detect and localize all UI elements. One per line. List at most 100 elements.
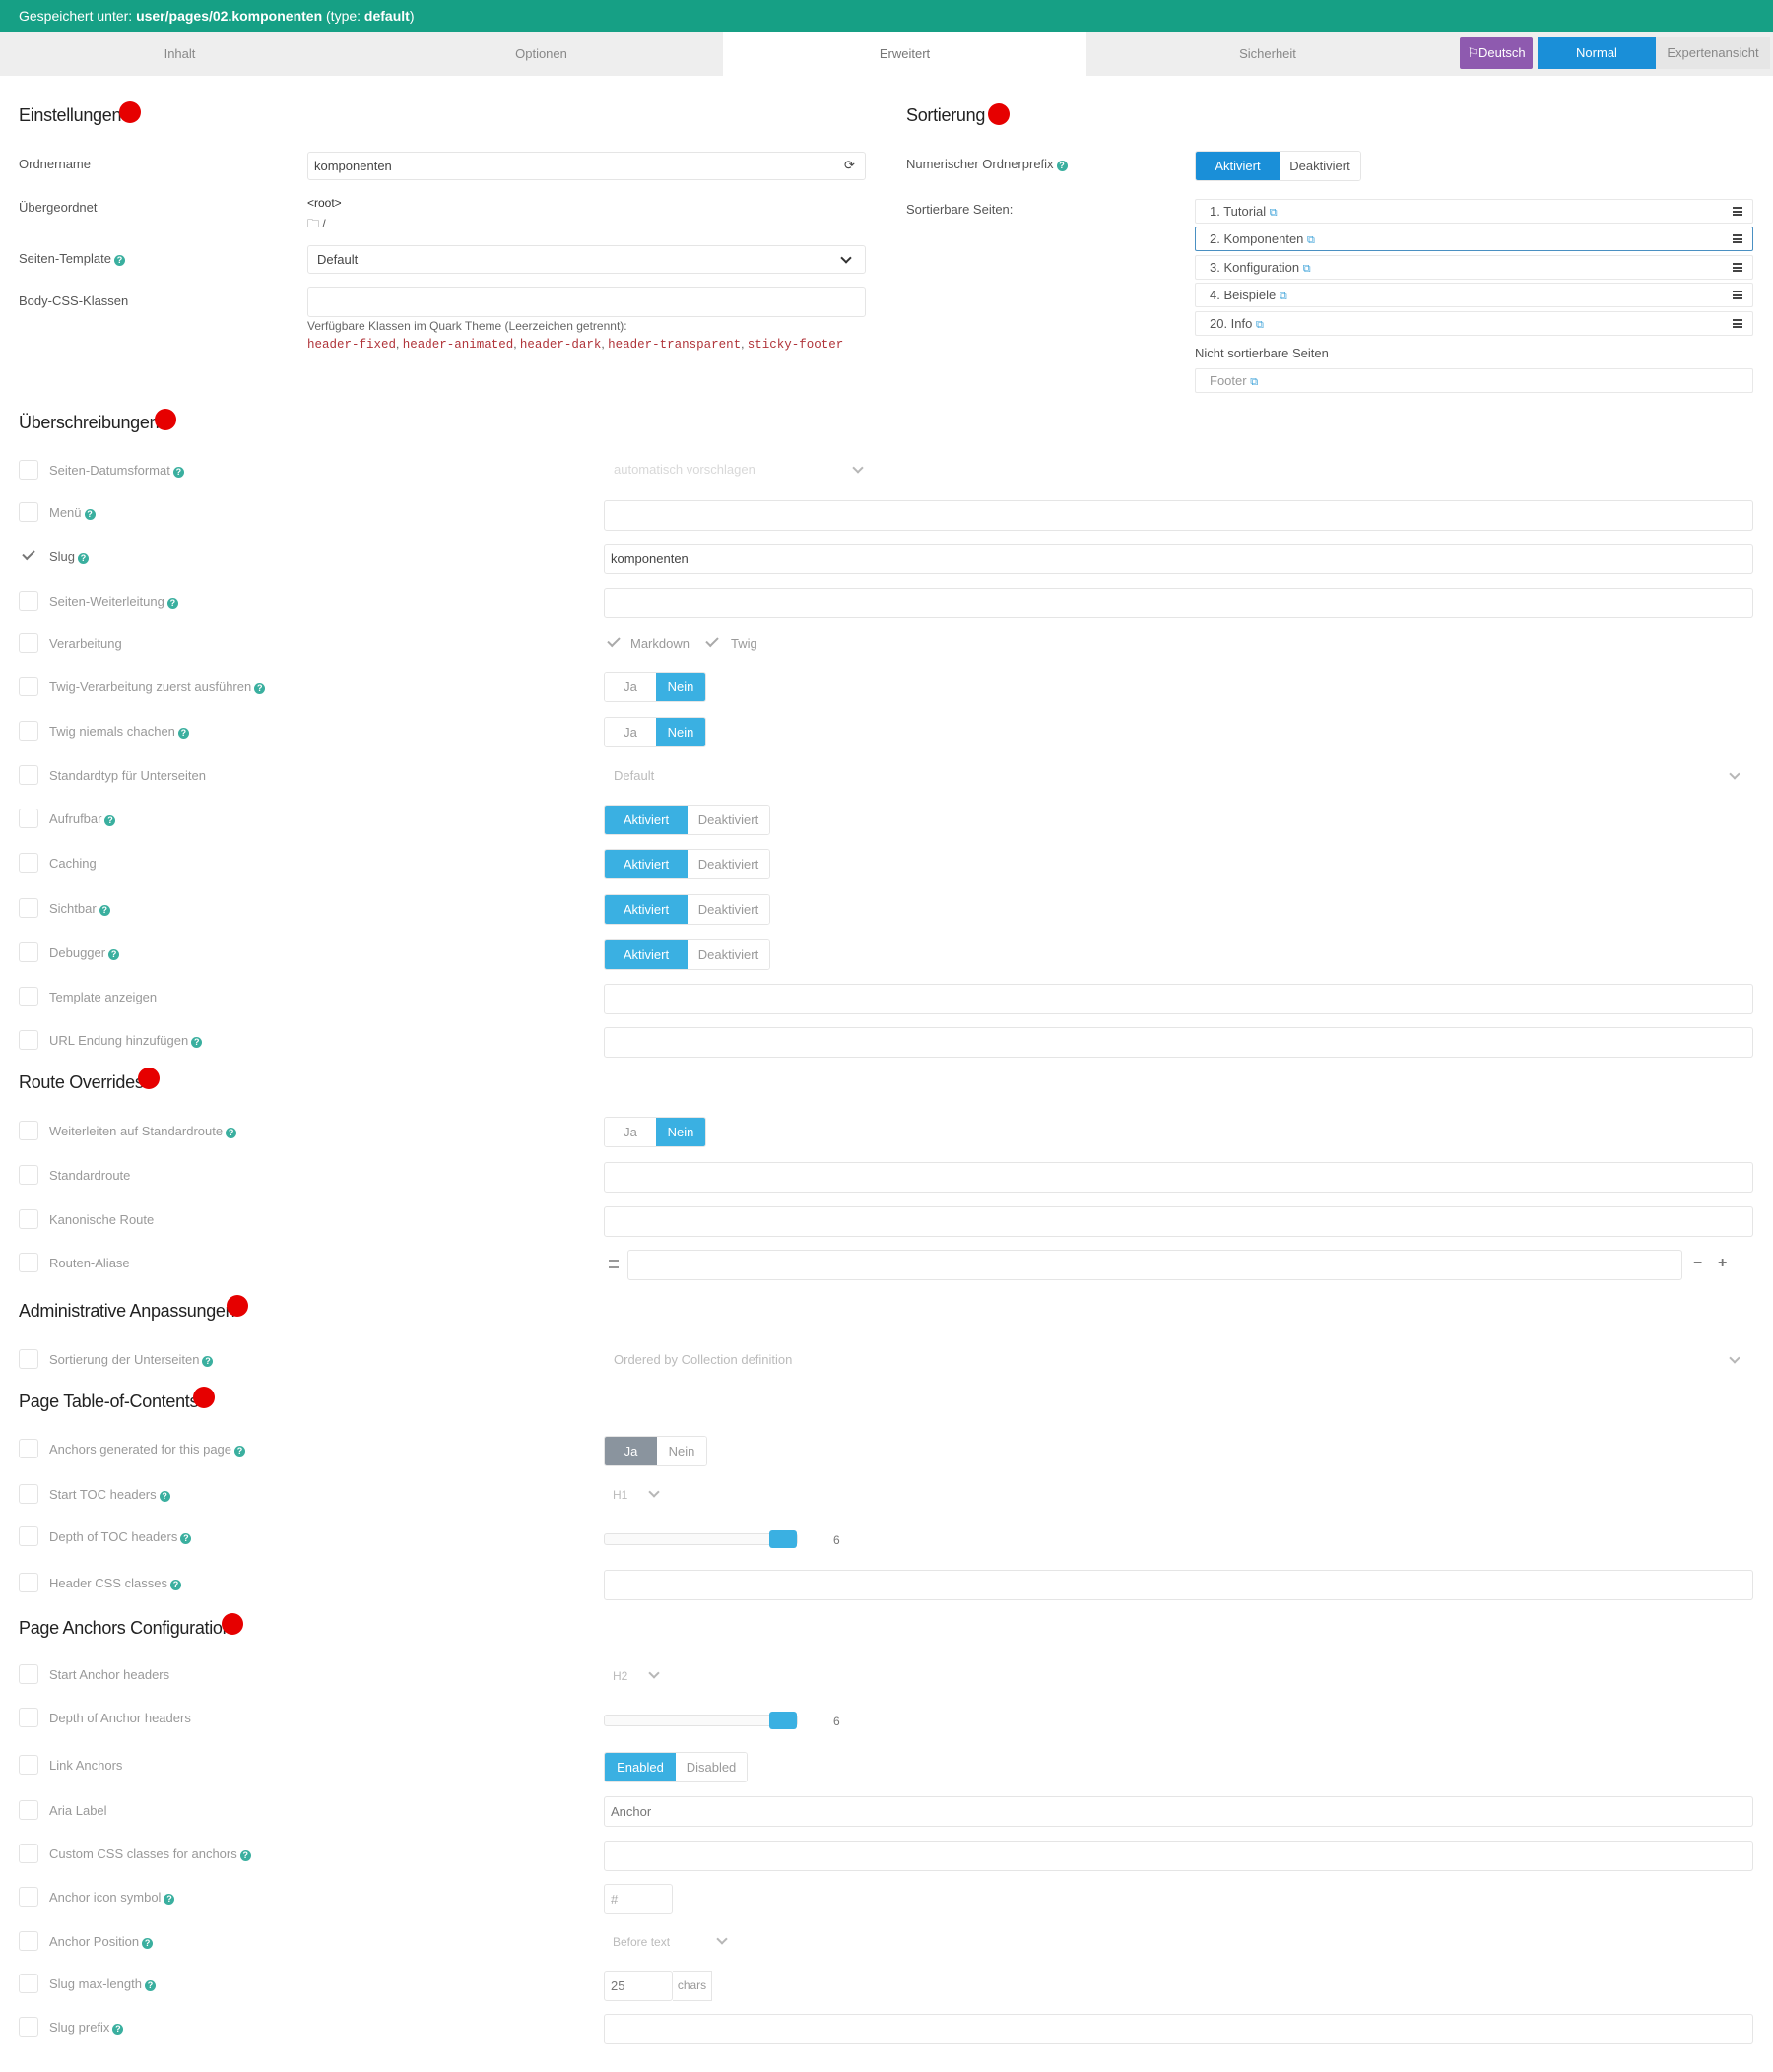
folder-input[interactable]: komponenten (307, 152, 866, 180)
body-css-input[interactable] (307, 287, 866, 317)
external-link-icon[interactable]: ⧉ (1303, 263, 1311, 275)
toc-start-select[interactable]: H1 (613, 1488, 627, 1502)
toc-depth-checkbox[interactable] (19, 1526, 38, 1546)
enabled-button[interactable]: Enabled (605, 1753, 676, 1781)
anchor-start-checkbox[interactable] (19, 1664, 38, 1684)
toc-anchors-checkbox[interactable] (19, 1439, 38, 1458)
no-button[interactable]: Nein (656, 718, 705, 746)
external-link-icon[interactable]: ⧉ (1256, 319, 1264, 331)
disabled-button[interactable]: Deaktiviert (688, 850, 769, 878)
child-type-select[interactable]: Default (604, 761, 1753, 790)
yes-button[interactable]: Ja (605, 1118, 656, 1146)
redirect-input[interactable] (604, 588, 1753, 618)
slug-max-checkbox[interactable] (19, 1974, 38, 1993)
enabled-button[interactable]: Aktiviert (605, 850, 688, 878)
slug-max-input[interactable]: 25 (604, 1971, 673, 2001)
no-button[interactable]: Nein (657, 1437, 706, 1465)
canonical-input[interactable] (604, 1206, 1753, 1237)
slider-handle[interactable] (769, 1530, 797, 1548)
minus-icon[interactable]: − (1693, 1255, 1702, 1272)
sortable-item[interactable]: 1. Tutorial ⧉ (1195, 199, 1753, 224)
toc-depth-slider[interactable] (604, 1530, 798, 1548)
redirect-checkbox[interactable] (19, 591, 38, 611)
enabled-button[interactable]: Aktiviert (605, 940, 688, 969)
date-format-checkbox[interactable] (19, 460, 38, 480)
date-format-select[interactable]: automatisch vorschlagen (604, 455, 880, 484)
tab-erweitert[interactable]: Erweitert (723, 32, 1086, 76)
twig-first-checkbox[interactable] (19, 677, 38, 696)
enabled-button[interactable]: Aktiviert (605, 895, 688, 924)
template-select[interactable]: Default (307, 245, 866, 274)
slug-input[interactable]: komponenten (604, 544, 1753, 574)
anchor-icon-input[interactable]: # (604, 1884, 673, 1914)
enabled-button[interactable]: Aktiviert (605, 806, 688, 834)
anchor-depth-slider[interactable] (604, 1712, 798, 1729)
anchor-start-select[interactable]: H2 (613, 1669, 627, 1683)
debugger-checkbox[interactable] (19, 942, 38, 962)
slug-checkbox[interactable] (19, 547, 38, 566)
child-order-select[interactable]: Ordered by Collection definition (604, 1345, 1753, 1374)
twig-checkbox[interactable] (702, 633, 722, 653)
slider-handle[interactable] (769, 1712, 797, 1729)
anchor-icon-checkbox[interactable] (19, 1887, 38, 1907)
caching-checkbox[interactable] (19, 853, 38, 873)
numeric-on-button[interactable]: Aktiviert (1196, 152, 1280, 180)
disabled-button[interactable]: Disabled (676, 1753, 747, 1781)
anchor-position-checkbox[interactable] (19, 1931, 38, 1951)
no-button[interactable]: Nein (656, 1118, 705, 1146)
toc-start-checkbox[interactable] (19, 1484, 38, 1504)
default-route-checkbox[interactable] (19, 1165, 38, 1185)
normal-mode-button[interactable]: Normal (1538, 37, 1656, 69)
plus-icon[interactable]: + (1718, 1255, 1727, 1272)
disabled-button[interactable]: Deaktiviert (688, 940, 769, 969)
yes-button[interactable]: Ja (605, 718, 656, 746)
redirect-default-checkbox[interactable] (19, 1121, 38, 1140)
menu-checkbox[interactable] (19, 502, 38, 522)
unsortable-item[interactable]: Footer ⧉ (1195, 368, 1753, 393)
template-show-checkbox[interactable] (19, 987, 38, 1006)
never-cache-checkbox[interactable] (19, 721, 38, 741)
sortable-item[interactable]: 20. Info ⧉ (1195, 311, 1753, 336)
default-route-input[interactable] (604, 1162, 1753, 1193)
drag-handle-icon[interactable] (1733, 291, 1742, 299)
visible-checkbox[interactable] (19, 898, 38, 918)
yes-button[interactable]: Ja (605, 673, 656, 701)
drag-handle-icon[interactable] (1733, 319, 1742, 328)
numeric-off-button[interactable]: Deaktiviert (1280, 152, 1360, 180)
external-link-icon[interactable]: ⧉ (1250, 376, 1258, 388)
menu-input[interactable] (604, 500, 1753, 531)
tab-optionen[interactable]: Optionen (360, 32, 723, 76)
language-button[interactable]: ⚐Deutsch (1460, 37, 1533, 69)
anchor-position-select[interactable]: Before text (613, 1935, 670, 1949)
no-button[interactable]: Nein (656, 673, 705, 701)
tab-sicherheit[interactable]: Sicherheit (1086, 32, 1449, 76)
external-link-icon[interactable]: ⧉ (1280, 291, 1287, 302)
process-checkbox[interactable] (19, 633, 38, 653)
expert-mode-button[interactable]: Expertenansicht (1656, 37, 1770, 69)
custom-css-checkbox[interactable] (19, 1844, 38, 1863)
child-type-checkbox[interactable] (19, 765, 38, 785)
aria-input[interactable]: Anchor (604, 1796, 1753, 1827)
canonical-checkbox[interactable] (19, 1209, 38, 1229)
sortable-item[interactable]: 3. Konfiguration ⧉ (1195, 255, 1753, 280)
slug-prefix-input[interactable] (604, 2014, 1753, 2044)
drag-handle-icon[interactable] (1733, 263, 1742, 272)
custom-css-input[interactable] (604, 1841, 1753, 1871)
toc-css-input[interactable] (604, 1570, 1753, 1600)
aliases-checkbox[interactable] (19, 1253, 38, 1272)
sortable-item[interactable]: 2. Komponenten ⧉ (1195, 227, 1753, 251)
drag-handle-icon[interactable] (1733, 234, 1742, 243)
slug-prefix-checkbox[interactable] (19, 2017, 38, 2037)
drag-handle-icon[interactable] (1733, 207, 1742, 216)
sortable-item[interactable]: 4. Beispiele ⧉ (1195, 283, 1753, 307)
template-show-input[interactable] (604, 984, 1753, 1014)
routable-checkbox[interactable] (19, 809, 38, 828)
drag-handle-icon[interactable] (609, 1260, 619, 1268)
aliases-input[interactable] (627, 1250, 1682, 1280)
markdown-checkbox[interactable] (604, 633, 624, 653)
url-ext-input[interactable] (604, 1027, 1753, 1058)
url-ext-checkbox[interactable] (19, 1030, 38, 1050)
toc-css-checkbox[interactable] (19, 1573, 38, 1592)
link-anchors-checkbox[interactable] (19, 1755, 38, 1775)
tab-inhalt[interactable]: Inhalt (0, 32, 360, 76)
